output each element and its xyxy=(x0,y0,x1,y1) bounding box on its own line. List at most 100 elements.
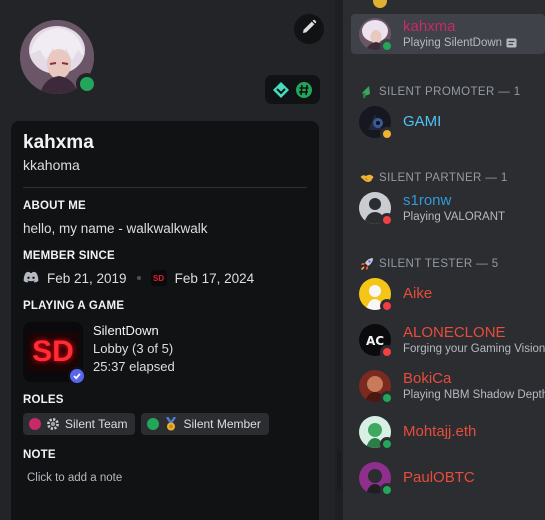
game-name: SilentDown xyxy=(93,323,159,338)
member-since-row: Feb 21, 2019 SD Feb 17, 2024 xyxy=(23,270,307,286)
about-me-text: hello, my name - walkwalkwalk xyxy=(23,221,208,236)
category-silent-promoter: SILENT PROMOTER — 1 xyxy=(359,84,521,100)
discord-logo-icon xyxy=(23,271,39,286)
pencil-icon xyxy=(301,19,317,39)
category-title: SILENT PROMOTER — 1 xyxy=(379,86,521,98)
member-item-aloneclone[interactable]: AC ALONECLONE Forging your Gaming Vision xyxy=(351,320,545,360)
online-status-indicator xyxy=(380,391,394,405)
playing-heading: PLAYING A GAME xyxy=(23,300,125,312)
profile-avatar[interactable] xyxy=(17,17,98,97)
member-avatar xyxy=(359,278,394,313)
member-item-kahxma[interactable]: kahxma Playing SilentDown xyxy=(351,14,545,54)
category-silent-tester: SILENT TESTER — 5 xyxy=(359,256,499,272)
speaker-icon xyxy=(359,84,375,100)
role-name: Silent Team xyxy=(65,417,128,431)
active-developer-icon[interactable] xyxy=(294,80,314,100)
role-color-dot xyxy=(29,418,41,430)
online-status-indicator xyxy=(76,73,98,95)
role-color-dot xyxy=(147,418,160,430)
member-item-gami[interactable]: GAMI xyxy=(351,102,545,142)
member-avatar xyxy=(359,106,394,141)
member-text: PaulOBTC xyxy=(403,469,475,487)
member-name: s1ronw xyxy=(403,192,452,209)
member-name: ALONECLONE xyxy=(403,324,506,341)
category-title: SILENT TESTER — 5 xyxy=(379,258,499,270)
divider xyxy=(23,187,307,188)
member-avatar xyxy=(359,18,394,53)
member-name: kahxma xyxy=(403,18,456,35)
member-avatar xyxy=(359,192,394,227)
member-text: GAMI xyxy=(403,113,441,131)
profile-badges xyxy=(265,75,320,104)
online-status-indicator xyxy=(380,437,394,451)
note-heading: NOTE xyxy=(23,449,56,461)
hypesquad-balance-icon[interactable] xyxy=(271,80,291,100)
gear-icon xyxy=(45,416,61,432)
popout-scrollbar-thumb[interactable] xyxy=(337,450,341,490)
profile-popout: kahxma kkahoma ABOUT ME hello, my name -… xyxy=(0,0,335,520)
server-join-date: Feb 17, 2024 xyxy=(174,270,255,286)
popout-scrollbar-track[interactable] xyxy=(335,0,343,520)
member-avatar xyxy=(359,370,394,405)
member-text: BokiCa Playing NBM Shadow Depth xyxy=(403,370,545,402)
member-name: PaulOBTC xyxy=(403,469,475,486)
activity-text: Playing SilentDown xyxy=(403,37,503,49)
profile-card: kahxma kkahoma ABOUT ME hello, my name -… xyxy=(11,121,319,520)
discord-join-date: Feb 21, 2019 xyxy=(47,270,127,286)
member-avatar: AC xyxy=(359,324,394,359)
member-text: kahxma Playing SilentDown xyxy=(403,18,517,50)
roles-list: Silent Team Silent Member xyxy=(23,413,307,435)
role-pill[interactable]: Silent Team xyxy=(23,413,136,435)
member-list: kahxma Playing SilentDown SILENT PROMOTE… xyxy=(343,0,545,520)
note-input[interactable]: Click to add a note xyxy=(23,472,307,484)
username: kkahoma xyxy=(23,157,80,173)
member-name: Mohtajj.eth xyxy=(403,423,477,440)
online-status-indicator xyxy=(380,39,394,53)
edit-profile-button[interactable] xyxy=(294,14,324,44)
verified-check-icon xyxy=(68,367,86,385)
member-activity: Playing VALORANT xyxy=(403,211,506,223)
dnd-status-indicator xyxy=(380,345,394,359)
member-activity: Playing NBM Shadow Depth xyxy=(403,389,545,401)
member-name: GAMI xyxy=(403,113,442,130)
member-activity: Playing SilentDown xyxy=(403,36,517,50)
member-item-aike[interactable]: Aike xyxy=(351,274,545,314)
separator-dot xyxy=(136,276,141,280)
member-item-bokica[interactable]: BokiCa Playing NBM Shadow Depth xyxy=(351,366,545,406)
game-activity: SD SilentDown Lobby (3 of 5) 25:37 elaps… xyxy=(23,322,307,385)
member-text: Aike xyxy=(403,285,432,303)
category-silent-partner: SILENT PARTNER — 1 xyxy=(359,170,508,186)
dnd-status-indicator xyxy=(380,299,394,313)
member-text: s1ronw Playing VALORANT xyxy=(403,192,505,224)
game-state: Lobby (3 of 5) xyxy=(93,341,174,356)
handshake-icon xyxy=(359,170,375,186)
idle-status-indicator xyxy=(380,127,394,141)
online-status-indicator xyxy=(380,483,394,497)
rocket-icon xyxy=(359,256,375,272)
role-name: Silent Member xyxy=(183,417,261,431)
member-since-heading: MEMBER SINCE xyxy=(23,250,115,262)
member-avatar xyxy=(359,416,394,451)
member-name: BokiCa xyxy=(403,370,452,387)
category-title: SILENT PARTNER — 1 xyxy=(379,172,508,184)
dnd-status-indicator xyxy=(380,213,394,227)
role-pill[interactable]: Silent Member xyxy=(141,413,269,435)
member-name: Aike xyxy=(403,285,433,302)
partial-member-avatar xyxy=(373,0,387,8)
member-text: ALONECLONE Forging your Gaming Vision xyxy=(403,324,545,356)
display-name: kahxma xyxy=(23,132,94,153)
member-item-mohtajj[interactable]: Mohtajj.eth xyxy=(351,412,545,452)
member-avatar xyxy=(359,462,394,497)
member-item-s1ronw[interactable]: s1ronw Playing VALORANT xyxy=(351,188,545,228)
member-text: Mohtajj.eth xyxy=(403,423,476,441)
member-activity: Forging your Gaming Vision xyxy=(403,343,545,355)
game-info: SilentDown Lobby (3 of 5) 25:37 elapsed xyxy=(93,322,175,382)
server-icon: SD xyxy=(150,270,167,286)
member-item-paulobtc[interactable]: PaulOBTC xyxy=(351,458,545,498)
game-icon[interactable]: SD xyxy=(23,322,86,385)
server-icon-text: SD xyxy=(153,273,165,283)
rich-presence-icon xyxy=(506,38,517,48)
medal-icon xyxy=(163,416,179,432)
about-me-heading: ABOUT ME xyxy=(23,200,86,212)
game-elapsed: 25:37 elapsed xyxy=(93,359,175,374)
